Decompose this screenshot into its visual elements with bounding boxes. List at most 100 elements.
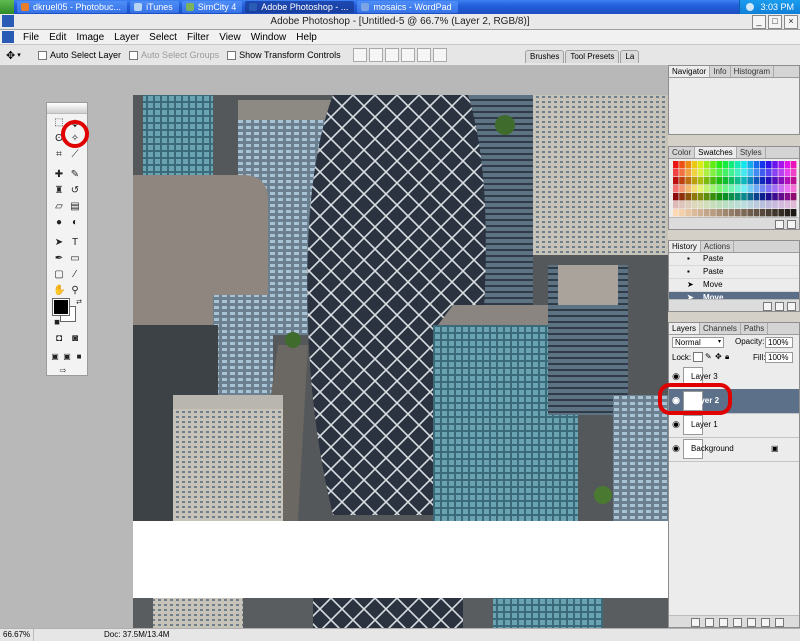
swatch[interactable]	[753, 185, 760, 193]
task-photobucket[interactable]: dkruel05 - Photobuc...	[17, 1, 128, 13]
trash-icon[interactable]	[787, 220, 796, 229]
tab-layers[interactable]: Layers	[669, 323, 701, 334]
hand-tool-icon[interactable]: ✋	[53, 285, 65, 297]
swatch[interactable]	[766, 177, 772, 185]
clone-stamp-tool-icon[interactable]: ♜	[53, 185, 65, 197]
swatch[interactable]	[691, 209, 698, 217]
toolbox-header[interactable]	[47, 103, 87, 114]
eye-icon[interactable]: ◉	[671, 420, 681, 429]
swatch[interactable]	[685, 177, 691, 185]
maximize-button[interactable]: □	[768, 15, 782, 29]
tab-paths[interactable]: Paths	[741, 323, 769, 334]
swatch[interactable]	[784, 201, 791, 209]
swatch[interactable]	[741, 193, 747, 201]
swatch[interactable]	[741, 169, 747, 177]
swatch[interactable]	[741, 161, 747, 169]
eyedropper-tool-icon[interactable]: ⁄	[69, 269, 81, 281]
task-photoshop[interactable]: Adobe Photoshop - ...	[245, 1, 355, 13]
photoshop-icon[interactable]	[2, 15, 14, 27]
swatch[interactable]	[735, 185, 741, 193]
swatch[interactable]	[685, 193, 691, 201]
start-button[interactable]	[0, 0, 14, 14]
swatch[interactable]	[685, 169, 691, 177]
swatch[interactable]	[697, 185, 704, 193]
menu-select[interactable]: Select	[144, 32, 182, 43]
menu-filter[interactable]: Filter	[182, 32, 214, 43]
swatch[interactable]	[679, 209, 685, 217]
swatch[interactable]	[784, 193, 791, 201]
swatch[interactable]	[710, 177, 716, 185]
swatch[interactable]	[728, 169, 735, 177]
swatch[interactable]	[790, 161, 797, 169]
swatch[interactable]	[766, 185, 772, 193]
swatch[interactable]	[697, 169, 704, 177]
swatch[interactable]	[704, 177, 710, 185]
swatch[interactable]	[710, 169, 716, 177]
swatch[interactable]	[697, 209, 704, 217]
swatch[interactable]	[704, 209, 710, 217]
swatch[interactable]	[716, 177, 722, 185]
swatch[interactable]	[685, 201, 691, 209]
swatch[interactable]	[716, 209, 722, 217]
tool-presets-tab[interactable]: Tool Presets	[565, 50, 620, 63]
swatch[interactable]	[728, 209, 735, 217]
swatch[interactable]	[766, 193, 772, 201]
swatch[interactable]	[691, 161, 698, 169]
link-layers-icon[interactable]	[691, 618, 700, 627]
swatch[interactable]	[735, 161, 741, 169]
close-button[interactable]: ×	[784, 15, 798, 29]
notes-tool-icon[interactable]: ▢	[53, 269, 65, 281]
trash-icon[interactable]	[775, 618, 784, 627]
eye-icon[interactable]: ◉	[671, 372, 681, 381]
align-left-button[interactable]	[400, 48, 415, 62]
screen-mode-standard-icon[interactable]: ▣	[49, 351, 61, 363]
swatch[interactable]	[735, 193, 741, 201]
swatch[interactable]	[673, 209, 679, 217]
swatch[interactable]	[759, 169, 766, 177]
menu-window[interactable]: Window	[246, 32, 292, 43]
swatch[interactable]	[778, 185, 784, 193]
swatch[interactable]	[673, 201, 679, 209]
tab-swatches[interactable]: Swatches	[695, 147, 737, 158]
swatch[interactable]	[735, 209, 741, 217]
history-item[interactable]: ▪ Paste	[669, 266, 799, 279]
swatch[interactable]	[722, 177, 729, 185]
tab-channels[interactable]: Channels	[700, 323, 741, 334]
swatch[interactable]	[691, 185, 698, 193]
swatch[interactable]	[704, 193, 710, 201]
new-group-icon[interactable]	[747, 618, 756, 627]
swatch[interactable]	[753, 177, 760, 185]
zoom-tool-icon[interactable]: ⚲	[69, 285, 81, 297]
tab-actions[interactable]: Actions	[701, 241, 735, 252]
menu-help[interactable]: Help	[291, 32, 322, 43]
swatch[interactable]	[747, 201, 753, 209]
swatch[interactable]	[691, 193, 698, 201]
swatch[interactable]	[753, 169, 760, 177]
canvas-strip[interactable]	[133, 598, 668, 628]
layer-row[interactable]: ◉ Layer 1	[669, 413, 799, 438]
task-wordpad[interactable]: mosaics - WordPad	[357, 1, 458, 13]
swatch[interactable]	[747, 177, 753, 185]
swatch[interactable]	[747, 193, 753, 201]
blur-tool-icon[interactable]: ●	[53, 217, 65, 229]
swatch[interactable]	[772, 193, 778, 201]
swatch[interactable]	[722, 201, 729, 209]
align-center-button[interactable]	[416, 48, 431, 62]
swatch[interactable]	[673, 169, 679, 177]
swatch[interactable]	[772, 161, 778, 169]
tab-history[interactable]: History	[669, 241, 701, 252]
swatch[interactable]	[741, 201, 747, 209]
swatch[interactable]	[747, 209, 753, 217]
swatch[interactable]	[753, 161, 760, 169]
empty-canvas-area[interactable]	[133, 521, 668, 598]
swatch[interactable]	[716, 161, 722, 169]
swatch[interactable]	[673, 177, 679, 185]
swatch[interactable]	[759, 193, 766, 201]
swatch[interactable]	[691, 177, 698, 185]
swatch[interactable]	[710, 201, 716, 209]
history-item[interactable]: ➤ Move	[669, 279, 799, 292]
swatch[interactable]	[691, 201, 698, 209]
swatch[interactable]	[691, 169, 698, 177]
swatch[interactable]	[716, 193, 722, 201]
swatch[interactable]	[679, 169, 685, 177]
